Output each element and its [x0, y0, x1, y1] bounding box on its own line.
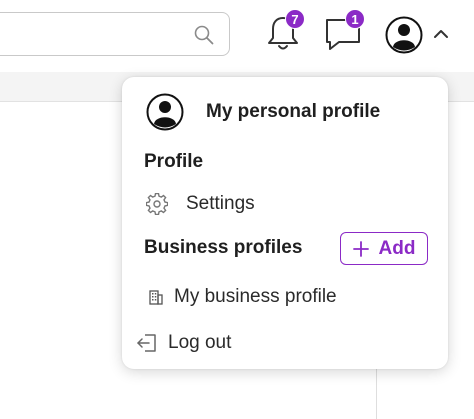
chevron-up-icon[interactable] — [432, 27, 450, 41]
settings-label: Settings — [186, 193, 255, 214]
logout-icon — [137, 334, 156, 352]
business-profile-label: My business profile — [174, 286, 337, 307]
avatar-icon — [146, 93, 184, 131]
plus-icon — [352, 240, 369, 257]
notifications-badge: 7 — [285, 9, 305, 29]
logout-label: Log out — [168, 332, 232, 353]
business-profile-item[interactable]: My business profile — [148, 286, 337, 308]
avatar-icon[interactable] — [385, 16, 423, 54]
profile-dropdown-menu: My personal profile Profile Settings Bus… — [122, 77, 448, 369]
gear-icon — [146, 193, 168, 215]
personal-profile-label: My personal profile — [206, 101, 381, 122]
settings-item[interactable]: Settings — [146, 193, 255, 215]
business-profiles-heading: Business profiles — [144, 237, 303, 258]
add-button-label: Add — [378, 237, 416, 259]
logout-item[interactable]: Log out — [136, 332, 231, 354]
messages-badge: 1 — [345, 9, 365, 29]
profile-heading: Profile — [144, 151, 204, 172]
search-icon[interactable] — [193, 24, 215, 46]
search-input[interactable] — [0, 12, 230, 56]
top-bar: 7 1 — [0, 0, 474, 72]
add-business-profile-button[interactable]: Add — [340, 232, 428, 265]
personal-profile-item[interactable]: My personal profile — [146, 93, 380, 131]
building-icon — [149, 290, 163, 305]
